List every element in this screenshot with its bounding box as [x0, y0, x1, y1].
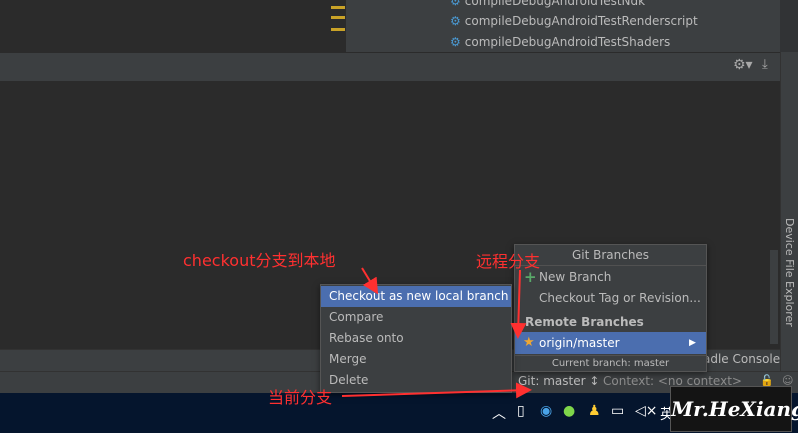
gradle-task-label: compileDebugAndroidTestNdk — [464, 0, 646, 8]
right-edge — [780, 0, 798, 52]
checkout-tag-item[interactable]: Checkout Tag or Revision... — [515, 288, 706, 309]
scrollbar[interactable] — [770, 250, 778, 344]
branch-actions-menu: Checkout as new local branch Compare Reb… — [320, 284, 512, 393]
menu-item-rebase-onto[interactable]: Rebase onto — [321, 328, 511, 349]
submenu-arrow-icon: ▶ — [689, 338, 696, 348]
chevron-up-icon[interactable]: ︿ — [492, 403, 506, 423]
browser-icon[interactable]: ◉ — [540, 403, 552, 419]
new-branch-item[interactable]: New Branch — [515, 267, 706, 288]
menu-item-merge[interactable]: Merge — [321, 349, 511, 370]
current-branch-footer: Current branch: master — [515, 355, 706, 371]
annotation-current-branch: 当前分支 — [268, 388, 333, 407]
gradle-task-label: compileDebugAndroidTestShaders — [464, 35, 671, 49]
tool-window-header — [0, 52, 780, 82]
gradle-console-tab[interactable]: adle Console — [703, 352, 780, 366]
remote-branch-origin-master[interactable]: origin/master — [515, 332, 706, 354]
gradle-tasks-panel: ⚙ compileDebugAndroidTestNdk ⚙ compileDebu… — [346, 0, 780, 52]
mute-icon[interactable]: ◁× — [635, 403, 658, 419]
menu-item-delete[interactable]: Delete — [321, 370, 511, 391]
gradle-task-row[interactable]: ⚙ compileDebugAndroidTestNdk — [450, 0, 645, 11]
star-icon: ★ — [523, 335, 535, 350]
gutter-marker — [331, 28, 345, 31]
wechat-icon[interactable]: ● — [563, 403, 575, 419]
remote-branches-header: Remote Branches — [525, 315, 644, 329]
gear-icon: ⚙ — [450, 35, 461, 49]
editor-area[interactable] — [0, 0, 346, 52]
qq-icon[interactable]: ♟ — [588, 403, 601, 419]
popup-title: Git Branches — [515, 245, 706, 266]
hide-panel-icon[interactable]: ⤓ — [762, 57, 768, 72]
git-branch-widget[interactable]: Git: master ↕ — [518, 374, 599, 388]
device-file-explorer-label: Device File Explorer — [783, 218, 796, 327]
git-branches-popup: Git Branches + New Branch Checkout Tag o… — [514, 244, 707, 372]
gradle-task-row[interactable]: ⚙ compileDebugAndroidTestRenderscript — [450, 11, 698, 31]
menu-item-checkout-new-local[interactable]: Checkout as new local branch — [321, 286, 511, 307]
gutter-marker — [331, 6, 345, 9]
usb-icon[interactable]: ▯ — [517, 403, 525, 419]
gutter-marker — [331, 16, 345, 19]
gear-icon: ⚙ — [450, 0, 461, 8]
gear-icon: ⚙ — [450, 14, 461, 28]
gradle-task-label: compileDebugAndroidTestRenderscript — [464, 14, 698, 28]
network-icon[interactable]: ▭ — [611, 403, 624, 419]
settings-gear-icon[interactable]: ⚙▾ — [733, 57, 753, 73]
annotation-checkout: checkout分支到本地 — [183, 251, 336, 270]
annotation-remote-branch: 远程分支 — [476, 252, 541, 271]
watermark: Mr.HeXiang — [670, 386, 798, 432]
gradle-task-row[interactable]: ⚙ compileDebugAndroidTestShaders — [450, 32, 670, 52]
menu-item-compare[interactable]: Compare — [321, 307, 511, 328]
